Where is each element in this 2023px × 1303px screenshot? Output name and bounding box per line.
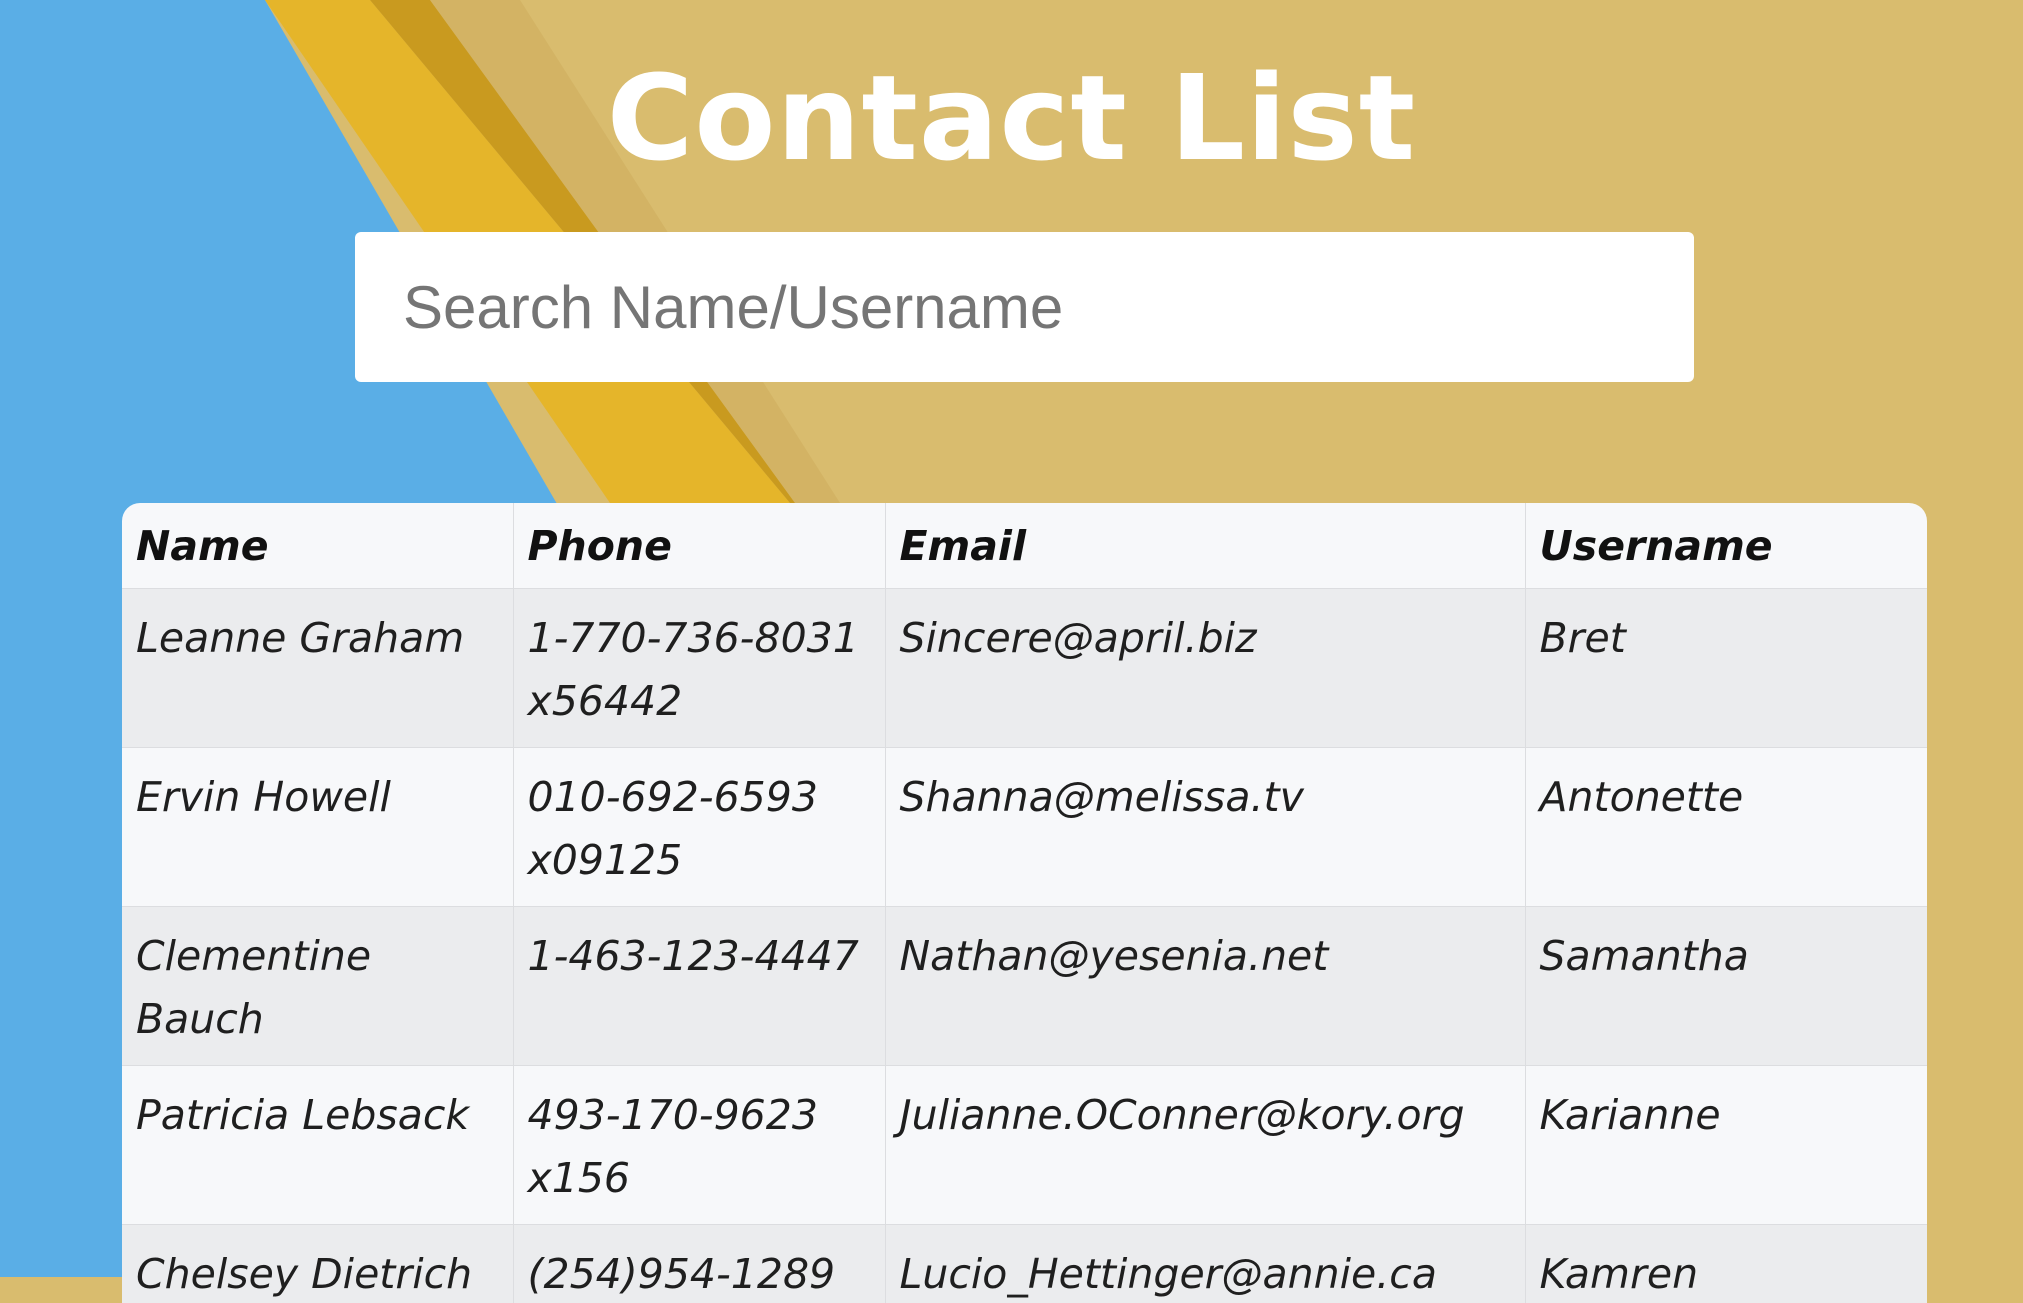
column-header-name: Name xyxy=(122,503,513,589)
cell-email: Lucio_Hettinger@annie.ca xyxy=(885,1225,1525,1303)
cell-name: Chelsey Dietrich xyxy=(122,1225,513,1303)
cell-email: Sincere@april.biz xyxy=(885,589,1525,748)
column-header-username: Username xyxy=(1525,503,1927,589)
contacts-table-container: Name Phone Email Username Leanne Graham … xyxy=(122,503,1927,1303)
contacts-table: Name Phone Email Username Leanne Graham … xyxy=(122,503,1927,1303)
table-row: Clementine Bauch 1-463-123-4447 Nathan@y… xyxy=(122,907,1927,1066)
cell-phone: 1-463-123-4447 xyxy=(513,907,885,1066)
column-header-email: Email xyxy=(885,503,1525,589)
cell-username: Bret xyxy=(1525,589,1927,748)
table-row: Ervin Howell 010-692-6593 x09125 Shanna@… xyxy=(122,748,1927,907)
cell-phone: 010-692-6593 x09125 xyxy=(513,748,885,907)
cell-username: Kamren xyxy=(1525,1225,1927,1303)
table-row: Leanne Graham 1-770-736-8031 x56442 Sinc… xyxy=(122,589,1927,748)
cell-name: Ervin Howell xyxy=(122,748,513,907)
cell-email: Nathan@yesenia.net xyxy=(885,907,1525,1066)
table-row: Chelsey Dietrich (254)954-1289 Lucio_Het… xyxy=(122,1225,1927,1303)
cell-name: Leanne Graham xyxy=(122,589,513,748)
cell-email: Julianne.OConner@kory.org xyxy=(885,1066,1525,1225)
cell-username: Karianne xyxy=(1525,1066,1927,1225)
cell-phone: 1-770-736-8031 x56442 xyxy=(513,589,885,748)
cell-username: Samantha xyxy=(1525,907,1927,1066)
cell-email: Shanna@melissa.tv xyxy=(885,748,1525,907)
cell-phone: (254)954-1289 xyxy=(513,1225,885,1303)
table-header-row: Name Phone Email Username xyxy=(122,503,1927,589)
search-input[interactable] xyxy=(355,232,1694,382)
column-header-phone: Phone xyxy=(513,503,885,589)
table-row: Patricia Lebsack 493-170-9623 x156 Julia… xyxy=(122,1066,1927,1225)
page-title: Contact List xyxy=(0,48,2023,188)
cell-name: Patricia Lebsack xyxy=(122,1066,513,1225)
cell-phone: 493-170-9623 x156 xyxy=(513,1066,885,1225)
cell-username: Antonette xyxy=(1525,748,1927,907)
cell-name: Clementine Bauch xyxy=(122,907,513,1066)
